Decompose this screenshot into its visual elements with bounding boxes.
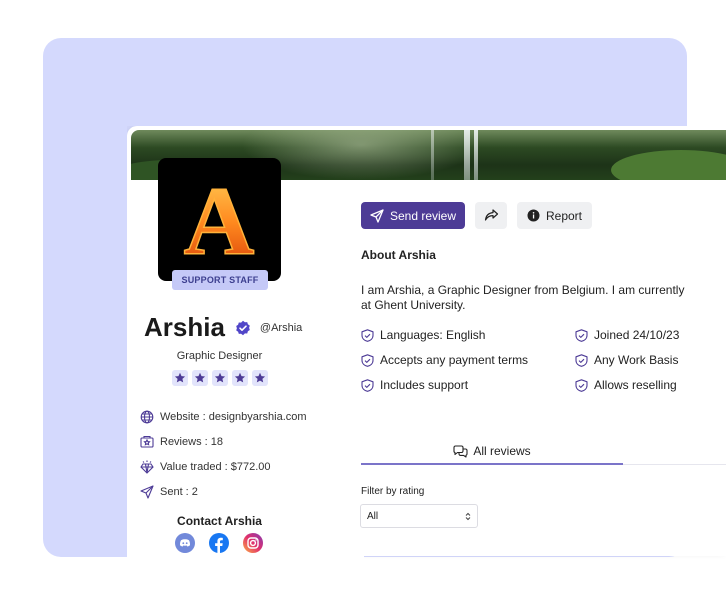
select-value: All bbox=[367, 510, 379, 522]
profile-role: Graphic Designer bbox=[176, 350, 263, 362]
star-icon bbox=[212, 370, 228, 386]
feature-label: Languages: English bbox=[380, 328, 486, 342]
stat-label: Reviews : 18 bbox=[160, 435, 223, 448]
shield-check-icon bbox=[575, 328, 588, 342]
star-icon bbox=[232, 370, 248, 386]
avatar-letter: A bbox=[184, 168, 255, 276]
feature-item: Any Work Basis bbox=[575, 353, 678, 367]
share-icon bbox=[484, 209, 498, 221]
send-review-button[interactable]: Send review bbox=[361, 202, 465, 229]
star-icon bbox=[252, 370, 268, 386]
stat-label: Value traded : $772.00 bbox=[160, 460, 271, 473]
shield-check-icon bbox=[575, 353, 588, 367]
tab-label: All reviews bbox=[473, 444, 531, 458]
stat-website[interactable]: Website : designbyarshia.com bbox=[140, 404, 307, 429]
stat-label: Sent : 2 bbox=[160, 485, 198, 498]
rating-filter-select[interactable]: All bbox=[360, 504, 478, 528]
profile-name: Arshia bbox=[144, 312, 225, 342]
about-text: I am Arshia, a Graphic Designer from Bel… bbox=[361, 283, 726, 313]
diamond-icon bbox=[140, 460, 154, 474]
shield-check-icon bbox=[361, 378, 374, 392]
filter-label: Filter by rating bbox=[361, 486, 425, 497]
feature-label: Includes support bbox=[380, 378, 469, 392]
feature-label: Joined 24/10/23 bbox=[594, 328, 680, 342]
social-links bbox=[175, 533, 263, 553]
chat-bubbles-icon bbox=[453, 444, 468, 458]
report-label: Report bbox=[545, 208, 583, 223]
tab-all-reviews[interactable]: All reviews bbox=[361, 438, 623, 464]
reviews-icon bbox=[140, 435, 154, 449]
name-row: Arshia @Arshia bbox=[144, 312, 302, 343]
profile-handle: @Arshia bbox=[259, 321, 303, 334]
star-icon bbox=[172, 370, 188, 386]
chevron-updown-icon bbox=[465, 512, 471, 520]
star-icon bbox=[192, 370, 208, 386]
feature-item: Allows reselling bbox=[575, 378, 677, 392]
verified-icon bbox=[236, 320, 250, 335]
about-title: About Arshia bbox=[361, 248, 436, 262]
feature-item: Includes support bbox=[361, 378, 468, 392]
stat-value-traded: Value traded : $772.00 bbox=[140, 454, 307, 479]
globe-icon bbox=[140, 410, 154, 424]
shield-check-icon bbox=[361, 328, 374, 342]
active-tab-indicator bbox=[361, 463, 623, 465]
feature-item: Joined 24/10/23 bbox=[575, 328, 679, 342]
feature-label: Allows reselling bbox=[594, 378, 677, 392]
contact-title: Contact Arshia bbox=[177, 514, 262, 528]
share-button[interactable] bbox=[475, 202, 507, 229]
avatar: A bbox=[158, 158, 281, 281]
feature-item: Accepts any payment terms bbox=[361, 353, 528, 367]
paper-plane-icon bbox=[370, 208, 384, 223]
send-review-label: Send review bbox=[389, 208, 457, 223]
about-text-line: at Ghent University. bbox=[361, 298, 466, 312]
feature-label: Any Work Basis bbox=[594, 353, 679, 367]
instagram-icon[interactable] bbox=[243, 533, 263, 553]
report-button[interactable]: Report bbox=[517, 202, 592, 229]
feature-label: Accepts any payment terms bbox=[380, 353, 529, 367]
stat-label: Website : designbyarshia.com bbox=[160, 410, 307, 423]
profile-sidebar-extension bbox=[127, 546, 364, 602]
profile-window: A SUPPORT STAFF Arshia @Arshia Graphic D… bbox=[127, 126, 726, 602]
send-icon bbox=[140, 484, 154, 499]
shield-check-icon bbox=[575, 378, 588, 392]
stat-reviews: Reviews : 18 bbox=[140, 429, 307, 454]
shield-check-icon bbox=[361, 353, 374, 367]
discord-icon[interactable] bbox=[175, 533, 195, 553]
feature-item: Languages: English bbox=[361, 328, 485, 342]
info-icon bbox=[527, 209, 540, 222]
profile-stats: Website : designbyarshia.com Reviews : 1… bbox=[140, 404, 307, 504]
facebook-icon[interactable] bbox=[209, 533, 229, 553]
support-staff-badge: SUPPORT STAFF bbox=[172, 270, 268, 290]
about-text-line: I am Arshia, a Graphic Designer from Bel… bbox=[361, 283, 685, 297]
stat-sent: Sent : 2 bbox=[140, 479, 307, 504]
rating-stars bbox=[172, 370, 268, 386]
